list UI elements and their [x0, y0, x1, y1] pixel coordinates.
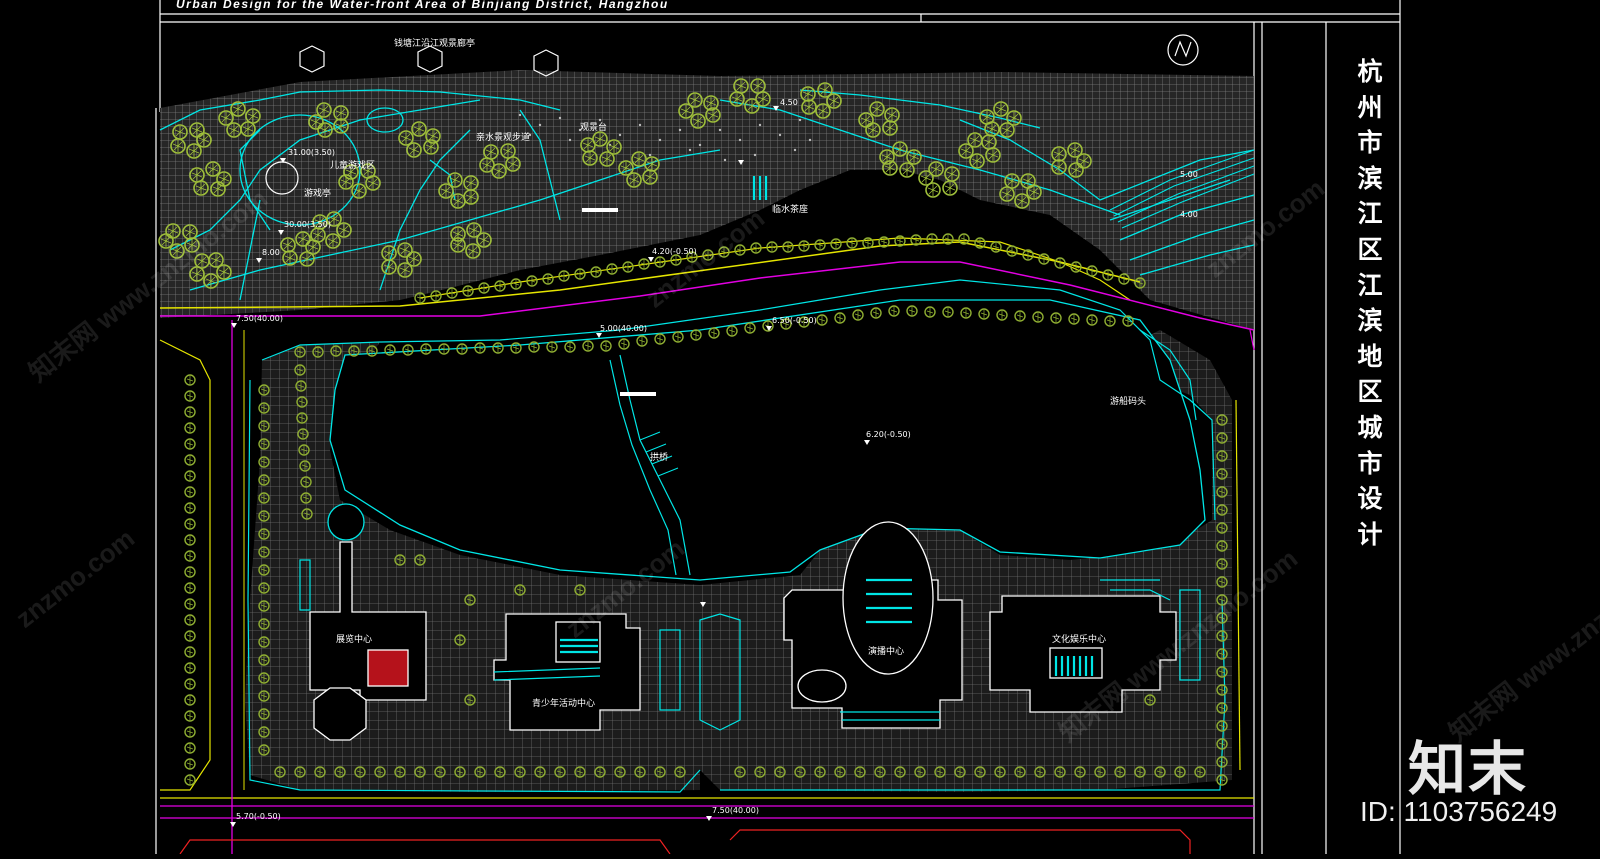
- tree-symbol: [918, 170, 934, 186]
- title-char: 杭: [1357, 57, 1383, 86]
- image-id: ID: 1103756249: [1360, 796, 1558, 827]
- title-char: 市: [1357, 128, 1383, 158]
- tree-symbol: [184, 678, 196, 690]
- title-char: 区: [1357, 234, 1383, 264]
- tree-symbol: [184, 726, 196, 738]
- drawing-title: Urban Design for the Water-front Area of…: [176, 0, 669, 11]
- tree-symbol: [184, 422, 196, 434]
- tree-symbol: [402, 344, 414, 356]
- tree-symbol: [384, 344, 396, 356]
- tree-symbol: [184, 438, 196, 450]
- elevation-text: 6.20(-0.50): [866, 430, 911, 439]
- elevation-text: 4.00: [1180, 210, 1198, 219]
- label-children-area: 儿童游戏区: [330, 161, 376, 171]
- tree-symbol: [184, 374, 196, 386]
- elevation-text: 4.20(-0.50): [652, 247, 697, 256]
- tree-symbol: [942, 233, 954, 245]
- cad-viewer-canvas: 知末网 www.znzmo.com znzmo.com znzmo.com zn…: [0, 0, 1600, 855]
- label-culture-center: 文化娱乐中心: [1052, 635, 1107, 645]
- elevation-text: 6.50(-0.50): [772, 316, 817, 325]
- label-riverside-gate: 钱塘江沿江观景廊亭: [394, 39, 476, 49]
- title-char: 城: [1357, 412, 1383, 442]
- tree-symbol: [184, 758, 196, 770]
- brand-logo: 知末: [1408, 735, 1529, 803]
- tree-symbol: [942, 180, 958, 196]
- tree-symbol: [974, 237, 986, 249]
- label-plaza: 观景台: [580, 123, 608, 133]
- tree-symbol: [420, 343, 432, 355]
- tree-symbol: [894, 235, 906, 247]
- tree-symbol: [184, 614, 196, 626]
- elevation-text: 5.00: [1180, 170, 1198, 179]
- elevation-text: 7.50(40.00): [712, 806, 759, 815]
- tree-symbol: [510, 278, 522, 290]
- title-char: 州: [1357, 92, 1383, 122]
- tree-symbol: [814, 239, 826, 251]
- tree-symbol: [184, 582, 196, 594]
- tree-symbol: [184, 390, 196, 402]
- elevation-text: 31.00(3.50): [288, 148, 335, 157]
- title-char: 地: [1357, 341, 1383, 371]
- tree-symbol: [184, 518, 196, 530]
- tree-symbol: [184, 406, 196, 418]
- tree-symbol: [184, 454, 196, 466]
- vertical-project-title: 杭 州 市 滨 江 区 江 滨 地 区 城 市 设 计: [1352, 54, 1388, 552]
- tree-symbol: [184, 630, 196, 642]
- title-char: 滨: [1357, 163, 1383, 193]
- tree-symbol: [184, 646, 196, 658]
- lake: [329, 237, 1206, 581]
- elevation-text: 30.00(3.50): [284, 220, 331, 229]
- label-youth-center: 青少年活动中心: [532, 699, 596, 709]
- elevation-text: 8.00: [262, 248, 280, 257]
- tree-symbol: [184, 662, 196, 674]
- tree-symbol: [184, 486, 196, 498]
- label-teahouse: 临水茶座: [772, 205, 809, 215]
- label-dock: 游船码头: [1110, 397, 1147, 407]
- title-char: 江: [1357, 199, 1383, 229]
- tree-symbol: [184, 470, 196, 482]
- tree-symbol: [782, 241, 794, 253]
- tree-symbol: [878, 236, 890, 248]
- elevation-text: 5.00(40.00): [600, 324, 647, 333]
- title-char: 江: [1357, 270, 1383, 300]
- tree-symbol: [184, 550, 196, 562]
- elevation-text: 7.50(40.00): [236, 314, 283, 323]
- tree-symbol: [184, 566, 196, 578]
- label-pavilion: 游戏亭: [304, 189, 332, 199]
- tree-symbol: [184, 710, 196, 722]
- tree-symbol: [846, 237, 858, 249]
- tree-symbol: [184, 502, 196, 514]
- elevation-text: 4.50: [780, 98, 798, 107]
- tree-symbol: [184, 694, 196, 706]
- title-char: 滨: [1357, 306, 1383, 336]
- tree-symbol: [910, 234, 922, 246]
- label-waterside-path: 亲水景观步道: [476, 133, 531, 143]
- title-char: 计: [1357, 519, 1383, 549]
- tree-symbol: [184, 774, 196, 786]
- tree-symbol: [990, 241, 1002, 253]
- tree-symbol: [184, 534, 196, 546]
- tree-symbol: [798, 240, 810, 252]
- label-bridge: 拱桥: [650, 453, 669, 463]
- title-char: 设: [1357, 484, 1383, 514]
- tree-symbol: [830, 238, 842, 250]
- title-char: 区: [1357, 377, 1383, 407]
- tree-symbol: [862, 237, 874, 249]
- label-performance-center: 演播中心: [868, 647, 905, 657]
- title-char: 市: [1357, 448, 1383, 478]
- label-exhibition-center: 展览中心: [336, 635, 373, 645]
- elevation-text: 5.70(-0.50): [236, 812, 281, 821]
- tree-symbol: [184, 598, 196, 610]
- tree-symbol: [184, 742, 196, 754]
- tree-symbol: [958, 233, 970, 245]
